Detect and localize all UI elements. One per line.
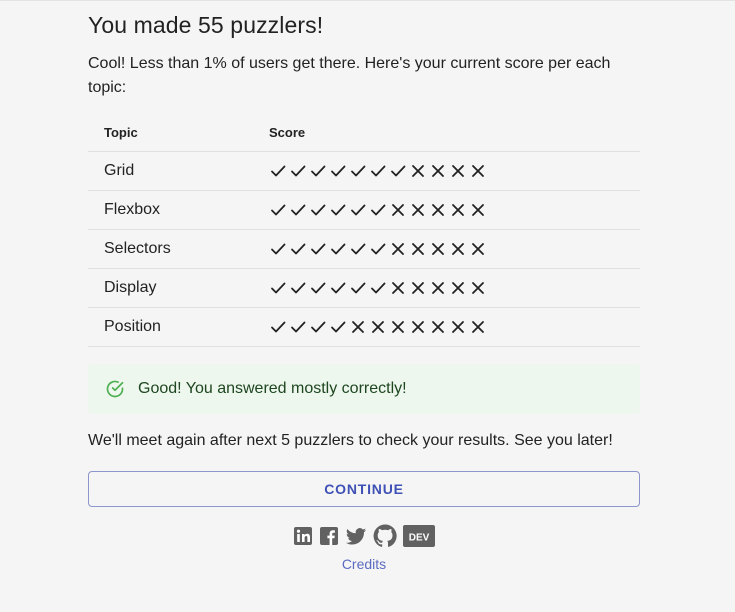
- cross-icon: [389, 318, 407, 336]
- check-icon: [309, 279, 327, 297]
- cross-icon: [369, 318, 387, 336]
- cross-icon: [469, 201, 487, 219]
- dev-label: DEV: [409, 533, 430, 544]
- score-marks: [269, 240, 640, 258]
- check-icon: [349, 240, 367, 258]
- cross-icon: [449, 318, 467, 336]
- check-icon: [389, 162, 407, 180]
- check-icon: [309, 240, 327, 258]
- check-circle-icon: [105, 379, 125, 399]
- check-icon: [349, 279, 367, 297]
- table-row: Position: [88, 307, 640, 347]
- dev-icon[interactable]: DEV: [403, 524, 435, 548]
- cross-icon: [429, 162, 447, 180]
- check-icon: [329, 201, 347, 219]
- score-cell: [269, 268, 640, 308]
- cross-icon: [389, 201, 407, 219]
- cross-icon: [389, 240, 407, 258]
- check-icon: [369, 279, 387, 297]
- check-icon: [329, 240, 347, 258]
- credits-link[interactable]: Credits: [88, 556, 640, 572]
- cross-icon: [449, 201, 467, 219]
- check-icon: [369, 240, 387, 258]
- check-icon: [309, 318, 327, 336]
- cross-icon: [469, 318, 487, 336]
- topic-cell: Flexbox: [88, 190, 269, 230]
- check-icon: [269, 279, 287, 297]
- intro-text: Cool! Less than 1% of users get there. H…: [88, 55, 611, 96]
- check-icon: [289, 279, 307, 297]
- check-icon: [269, 201, 287, 219]
- cross-icon: [409, 162, 427, 180]
- check-icon: [329, 279, 347, 297]
- table-row: Selectors: [88, 229, 640, 269]
- check-icon: [369, 201, 387, 219]
- cross-icon: [469, 279, 487, 297]
- success-alert: Good! You answered mostly correctly!: [88, 364, 640, 414]
- check-icon: [349, 201, 367, 219]
- check-icon: [289, 201, 307, 219]
- facebook-icon[interactable]: [319, 524, 339, 548]
- top-divider: [0, 0, 735, 1]
- github-icon[interactable]: [373, 524, 397, 548]
- score-marks: [269, 201, 640, 219]
- score-cell: [269, 190, 640, 230]
- cross-icon: [429, 318, 447, 336]
- cross-icon: [449, 162, 467, 180]
- table-row: Flexbox: [88, 190, 640, 230]
- cross-icon: [429, 279, 447, 297]
- check-icon: [269, 240, 287, 258]
- cross-icon: [429, 240, 447, 258]
- cross-icon: [409, 240, 427, 258]
- check-icon: [329, 162, 347, 180]
- score-marks: [269, 318, 640, 336]
- score-cell: [269, 307, 640, 347]
- topic-cell: Position: [88, 307, 269, 347]
- check-icon: [329, 318, 347, 336]
- cross-icon: [469, 162, 487, 180]
- check-icon: [289, 318, 307, 336]
- cross-icon: [409, 279, 427, 297]
- cross-icon: [409, 318, 427, 336]
- column-header-topic: Topic: [88, 113, 269, 152]
- check-icon: [289, 162, 307, 180]
- score-cell: [269, 229, 640, 269]
- score-cell: [269, 151, 640, 191]
- cross-icon: [349, 318, 367, 336]
- topic-cell: Grid: [88, 151, 269, 191]
- column-header-score: Score: [269, 113, 640, 152]
- cross-icon: [449, 279, 467, 297]
- topic-cell: Display: [88, 268, 269, 308]
- topic-cell: Selectors: [88, 229, 269, 269]
- check-icon: [269, 318, 287, 336]
- cross-icon: [469, 240, 487, 258]
- cross-icon: [449, 240, 467, 258]
- score-table: Topic Score Grid Flexbox Selectors Display P…: [88, 113, 640, 347]
- check-icon: [349, 162, 367, 180]
- followup-text: We'll meet again after next 5 puzzlers t…: [88, 432, 613, 449]
- alert-message: Good! You answered mostly correctly!: [138, 380, 407, 397]
- check-icon: [269, 162, 287, 180]
- check-icon: [309, 201, 327, 219]
- linkedin-icon[interactable]: [293, 524, 313, 548]
- cross-icon: [429, 201, 447, 219]
- cross-icon: [409, 201, 427, 219]
- twitter-icon[interactable]: [345, 524, 367, 548]
- page-title: You made 55 puzzlers!: [88, 12, 324, 38]
- social-links: DEV: [88, 524, 640, 548]
- check-icon: [289, 240, 307, 258]
- table-row: Grid: [88, 151, 640, 191]
- score-marks: [269, 279, 640, 297]
- table-row: Display: [88, 268, 640, 308]
- cross-icon: [389, 279, 407, 297]
- check-icon: [369, 162, 387, 180]
- table-header-row: Topic Score: [88, 113, 640, 152]
- continue-button[interactable]: CONTINUE: [88, 471, 640, 507]
- score-marks: [269, 162, 640, 180]
- check-icon: [309, 162, 327, 180]
